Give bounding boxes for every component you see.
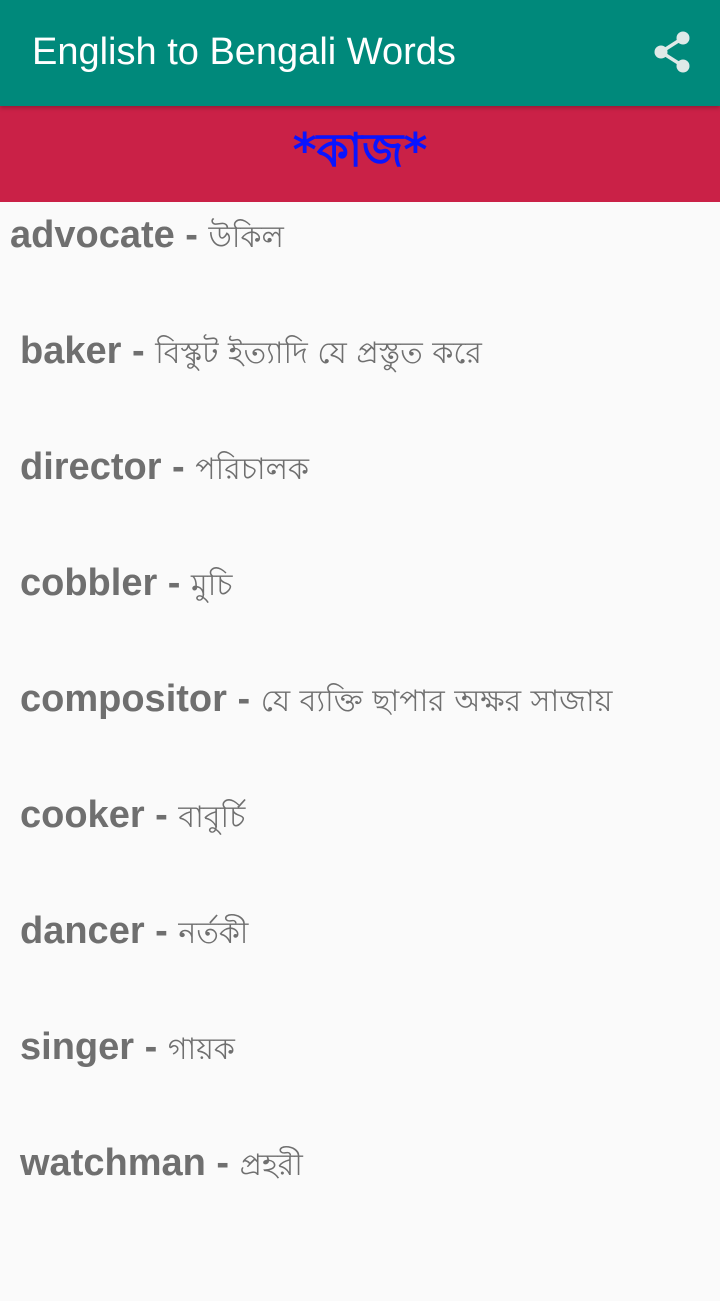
- english-word: singer: [20, 1026, 135, 1068]
- app-title: English to Bengali Words: [32, 31, 456, 73]
- bengali-meaning: গায়ক: [167, 1032, 235, 1067]
- english-word: cooker: [20, 794, 145, 836]
- bengali-meaning: প্রহরী: [239, 1148, 303, 1183]
- bengali-meaning: পরিচালক: [195, 452, 309, 487]
- separator: -: [121, 330, 156, 372]
- separator: -: [134, 1026, 168, 1068]
- bengali-meaning: উকিল: [208, 220, 284, 255]
- english-word: director: [20, 446, 162, 488]
- list-item[interactable]: cooker - বাবুর্চি: [20, 782, 720, 846]
- list-item[interactable]: director - পরিচালক: [20, 434, 720, 498]
- list-item[interactable]: dancer - নর্তকী: [20, 898, 720, 962]
- share-button[interactable]: [644, 24, 700, 80]
- separator: -: [144, 794, 179, 836]
- english-word: compositor: [20, 678, 227, 720]
- separator: -: [205, 1142, 240, 1184]
- bengali-meaning: নর্তকী: [178, 916, 249, 951]
- separator: -: [157, 562, 192, 604]
- share-icon: [654, 31, 690, 73]
- bengali-meaning: বিস্কুট ইত্যাদি যে প্রস্তুত করে: [155, 336, 482, 371]
- separator: -: [161, 446, 196, 488]
- list-item[interactable]: compositor - যে ব্যক্তি ছাপার অক্ষর সাজা…: [20, 666, 720, 730]
- list-item[interactable]: advocate - উকিল: [10, 202, 720, 266]
- english-word: watchman: [20, 1142, 206, 1184]
- separator: -: [226, 678, 261, 720]
- bengali-meaning: যে ব্যক্তি ছাপার অক্ষর সাজায়: [260, 684, 613, 719]
- list-item[interactable]: singer - গায়ক: [20, 1014, 720, 1078]
- bengali-meaning: বাবুর্চি: [178, 800, 246, 835]
- app-bar: English to Bengali Words: [0, 0, 720, 106]
- list-item[interactable]: cobbler - মুচি: [20, 550, 720, 614]
- english-word: cobbler: [20, 562, 158, 604]
- english-word: baker: [20, 330, 122, 372]
- list-item[interactable]: baker - বিস্কুট ইত্যাদি যে প্রস্তুত করে: [20, 318, 720, 382]
- category-banner: *কাজ*: [0, 106, 720, 202]
- english-word: advocate: [10, 214, 175, 256]
- category-title: *কাজ*: [292, 123, 428, 177]
- separator: -: [174, 214, 209, 256]
- english-word: dancer: [20, 910, 145, 952]
- list-item[interactable]: watchman - প্রহরী: [20, 1130, 720, 1194]
- separator: -: [144, 910, 179, 952]
- bengali-meaning: মুচি: [191, 568, 233, 603]
